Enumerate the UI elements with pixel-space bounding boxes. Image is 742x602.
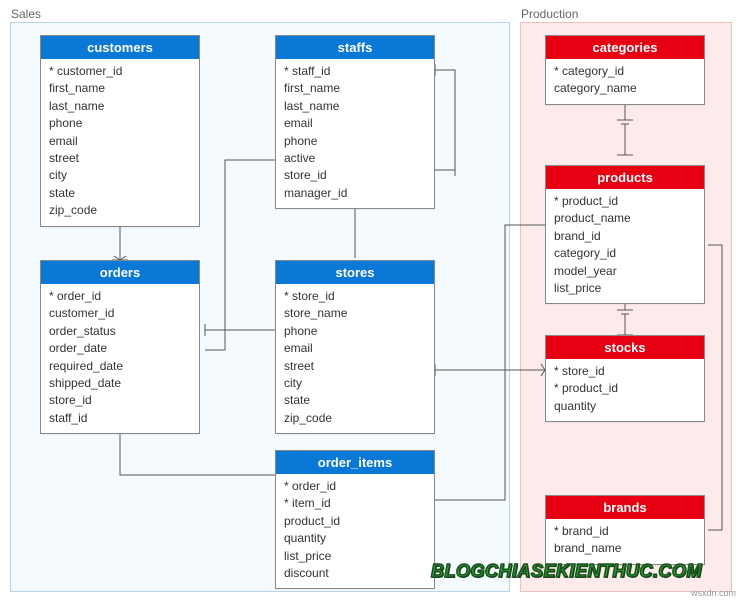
column-name: brand_id xyxy=(554,228,696,245)
schema-production-label: Production xyxy=(521,7,578,21)
table-staffs: staffs * staff_idfirst_namelast_nameemai… xyxy=(275,35,435,209)
column-name: last_name xyxy=(49,98,191,115)
column-name: order_status xyxy=(49,323,191,340)
column-name: * category_id xyxy=(554,63,696,80)
table-stores-title: stores xyxy=(276,261,434,284)
column-name: shipped_date xyxy=(49,375,191,392)
table-orders-title: orders xyxy=(41,261,199,284)
column-name: * brand_id xyxy=(554,523,696,540)
column-name: store_id xyxy=(284,167,426,184)
column-name: list_price xyxy=(554,280,696,297)
column-name: discount xyxy=(284,565,426,582)
column-name: * customer_id xyxy=(49,63,191,80)
table-stores-columns: * store_idstore_namephoneemailstreetcity… xyxy=(276,284,434,433)
column-name: customer_id xyxy=(49,305,191,322)
column-name: first_name xyxy=(49,80,191,97)
column-name: quantity xyxy=(554,398,696,415)
column-name: street xyxy=(49,150,191,167)
table-stores: stores * store_idstore_namephoneemailstr… xyxy=(275,260,435,434)
column-name: manager_id xyxy=(284,185,426,202)
column-name: product_id xyxy=(284,513,426,530)
column-name: * item_id xyxy=(284,495,426,512)
table-staffs-title: staffs xyxy=(276,36,434,59)
column-name: category_name xyxy=(554,80,696,97)
column-name: first_name xyxy=(284,80,426,97)
table-stocks-title: stocks xyxy=(546,336,704,359)
table-orders-columns: * order_idcustomer_idorder_statusorder_d… xyxy=(41,284,199,433)
table-brands: brands * brand_idbrand_name xyxy=(545,495,705,565)
table-customers-columns: * customer_idfirst_namelast_namephoneema… xyxy=(41,59,199,226)
table-order-items: order_items * order_id* item_idproduct_i… xyxy=(275,450,435,589)
column-name: email xyxy=(284,115,426,132)
column-name: phone xyxy=(284,133,426,150)
table-categories: categories * category_idcategory_name xyxy=(545,35,705,105)
column-name: product_name xyxy=(554,210,696,227)
column-name: quantity xyxy=(284,530,426,547)
column-name: zip_code xyxy=(284,410,426,427)
column-name: last_name xyxy=(284,98,426,115)
schema-sales-label: Sales xyxy=(11,7,41,21)
column-name: active xyxy=(284,150,426,167)
column-name: city xyxy=(49,167,191,184)
column-name: store_id xyxy=(49,392,191,409)
table-customers: customers * customer_idfirst_namelast_na… xyxy=(40,35,200,227)
column-name: * staff_id xyxy=(284,63,426,80)
column-name: email xyxy=(49,133,191,150)
table-orders: orders * order_idcustomer_idorder_status… xyxy=(40,260,200,434)
table-products-columns: * product_idproduct_namebrand_idcategory… xyxy=(546,189,704,303)
table-stocks-columns: * store_id* product_idquantity xyxy=(546,359,704,421)
column-name: email xyxy=(284,340,426,357)
column-name: category_id xyxy=(554,245,696,262)
column-name: state xyxy=(49,185,191,202)
column-name: city xyxy=(284,375,426,392)
table-customers-title: customers xyxy=(41,36,199,59)
column-name: * store_id xyxy=(284,288,426,305)
watermark-text: BLOGCHIASEKIENTHUC.COM xyxy=(431,561,702,582)
table-staffs-columns: * staff_idfirst_namelast_nameemailphonea… xyxy=(276,59,434,208)
table-brands-columns: * brand_idbrand_name xyxy=(546,519,704,564)
column-name: required_date xyxy=(49,358,191,375)
table-order-items-columns: * order_id* item_idproduct_idquantitylis… xyxy=(276,474,434,588)
column-name: * order_id xyxy=(284,478,426,495)
column-name: * order_id xyxy=(49,288,191,305)
column-name: * product_id xyxy=(554,193,696,210)
corner-text: wsxdn.com xyxy=(691,588,736,598)
table-brands-title: brands xyxy=(546,496,704,519)
column-name: * store_id xyxy=(554,363,696,380)
column-name: state xyxy=(284,392,426,409)
table-products: products * product_idproduct_namebrand_i… xyxy=(545,165,705,304)
column-name: street xyxy=(284,358,426,375)
column-name: * product_id xyxy=(554,380,696,397)
column-name: order_date xyxy=(49,340,191,357)
table-order-items-title: order_items xyxy=(276,451,434,474)
column-name: phone xyxy=(284,323,426,340)
column-name: zip_code xyxy=(49,202,191,219)
table-categories-columns: * category_idcategory_name xyxy=(546,59,704,104)
column-name: brand_name xyxy=(554,540,696,557)
column-name: staff_id xyxy=(49,410,191,427)
table-categories-title: categories xyxy=(546,36,704,59)
column-name: store_name xyxy=(284,305,426,322)
column-name: list_price xyxy=(284,548,426,565)
column-name: model_year xyxy=(554,263,696,280)
table-products-title: products xyxy=(546,166,704,189)
column-name: phone xyxy=(49,115,191,132)
table-stocks: stocks * store_id* product_idquantity xyxy=(545,335,705,422)
